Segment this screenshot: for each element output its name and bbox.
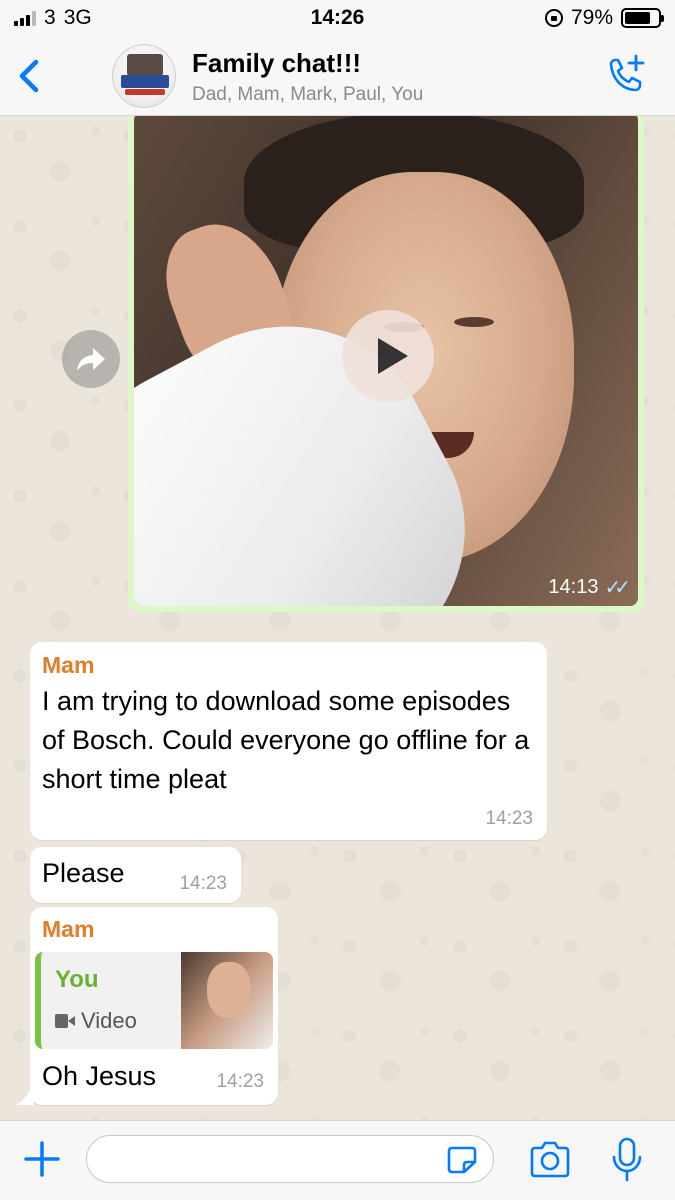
battery-icon — [621, 8, 664, 28]
chat-header: Family chat!!! Dad, Mam, Mark, Paul, You — [0, 36, 675, 116]
quoted-sender: You — [55, 966, 99, 993]
avatar-badge — [121, 75, 169, 88]
message-bubble-reply[interactable]: Mam You Video Oh Jesus 14:23 — [16, 907, 278, 1105]
status-bar: 3 3G 14:26 79% — [0, 0, 675, 36]
bubble-tail — [16, 1085, 34, 1105]
message-time: 14:23 — [179, 873, 227, 894]
avatar-stripe — [125, 89, 165, 95]
double-check-icon: ✓✓ — [604, 577, 630, 599]
plus-icon[interactable] — [22, 1139, 62, 1179]
group-avatar[interactable] — [112, 44, 176, 108]
message-text: Please — [42, 858, 125, 888]
chat-area[interactable]: 14:13 ✓✓ Mam I am trying to download som… — [0, 116, 675, 1120]
video-message[interactable]: 14:13 ✓✓ — [128, 116, 644, 612]
forward-icon — [77, 348, 105, 371]
forward-button[interactable] — [62, 330, 120, 388]
quoted-type: Video — [55, 1008, 137, 1034]
status-right: 79% — [544, 6, 664, 30]
quoted-type-label: Video — [81, 1008, 137, 1033]
sender-name: Mam — [42, 916, 95, 942]
sticker-icon[interactable] — [446, 1145, 478, 1175]
quoted-thumbnail — [181, 952, 273, 1049]
video-time: 14:13 — [548, 576, 599, 598]
play-button[interactable] — [342, 310, 434, 402]
avatar-photo — [127, 54, 163, 76]
message-input[interactable] — [86, 1135, 494, 1183]
thumb-eye — [454, 317, 494, 327]
chat-title[interactable]: Family chat!!! — [192, 48, 361, 79]
message-time: 14:23 — [485, 808, 533, 829]
video-timestamp: 14:13 ✓✓ — [548, 575, 630, 600]
quoted-message[interactable]: You Video — [35, 952, 273, 1049]
quoted-thumb-face — [207, 962, 251, 1018]
microphone-icon[interactable] — [610, 1137, 644, 1183]
chat-members[interactable]: Dad, Mam, Mark, Paul, You — [192, 84, 423, 106]
back-icon[interactable] — [10, 54, 50, 98]
message-bubble-mam[interactable]: Mam I am trying to download some episode… — [30, 642, 547, 840]
sender-name: Mam — [42, 652, 95, 678]
battery-fill — [625, 12, 651, 24]
input-bar — [0, 1120, 675, 1200]
video-thumbnail[interactable]: 14:13 ✓✓ — [134, 116, 638, 606]
message-bubble-please[interactable]: Please 14:23 — [30, 847, 241, 903]
message-time: 14:23 — [216, 1071, 264, 1092]
orientation-lock-icon — [544, 9, 563, 27]
video-camera-icon — [55, 1014, 75, 1028]
add-call-icon[interactable] — [603, 54, 647, 98]
battery-percent: 79% — [570, 6, 613, 29]
message-text: I am trying to download some episodes of… — [42, 686, 530, 794]
message-text: Oh Jesus — [42, 1061, 157, 1091]
camera-icon[interactable] — [528, 1141, 572, 1179]
